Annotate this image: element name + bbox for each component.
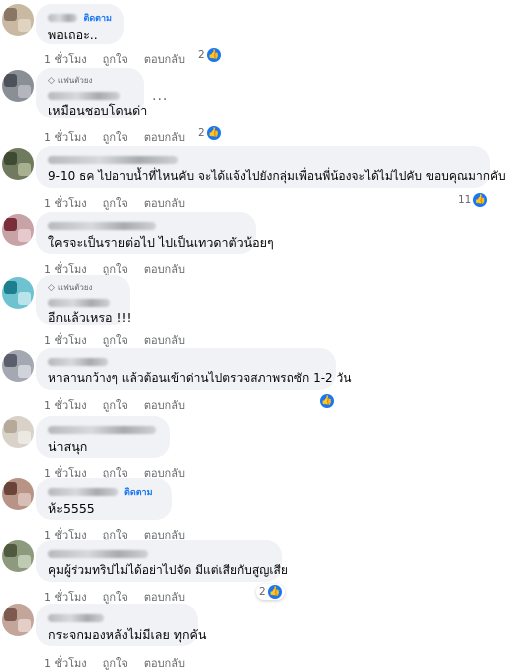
author-name[interactable] bbox=[48, 549, 148, 558]
author-name[interactable] bbox=[48, 13, 78, 22]
thumbs-up-icon: 👍 bbox=[206, 48, 221, 62]
comment-actions: 1 ชั่วโมง ถูกใจ ตอบกลับ bbox=[44, 396, 185, 414]
comment-text: กระจกมองหลังไม่มีเลย ทุกคัน bbox=[48, 627, 207, 642]
avatar[interactable] bbox=[2, 277, 34, 309]
comment-text: ใครจะเป็นรายต่อไป ไปเป็นเทวดาตัวน้อยๆ bbox=[48, 235, 274, 250]
author-name[interactable] bbox=[48, 155, 178, 164]
comment-text: ห้ะ5555 bbox=[48, 501, 95, 516]
like-button[interactable]: ถูกใจ bbox=[103, 194, 128, 212]
follow-button[interactable]: ติดตาม bbox=[83, 11, 112, 25]
follow-button[interactable]: ติดตาม bbox=[124, 485, 153, 499]
reply-button[interactable]: ตอบกลับ bbox=[144, 396, 185, 414]
comment-actions: 1 ชั่วโมง ถูกใจ ตอบกลับ bbox=[44, 194, 185, 212]
comment-bubble: น่าสนุก bbox=[36, 416, 170, 458]
comment-text: หาลานกว้างๆ แล้วต้อนเข้าด่านไปตรวจสภาพรถ… bbox=[48, 371, 352, 385]
avatar[interactable] bbox=[2, 478, 34, 510]
comment-time[interactable]: 1 ชั่วโมง bbox=[44, 396, 87, 414]
comment-actions: 1 ชั่วโมง ถูกใจ ตอบกลับ bbox=[44, 654, 185, 672]
comment-bubble: ติดตาม ห้ะ5555 bbox=[36, 478, 172, 520]
avatar[interactable] bbox=[2, 350, 34, 382]
fan-badge: ◇ แฟนตัวยง bbox=[48, 75, 93, 86]
author-name[interactable] bbox=[48, 299, 110, 307]
reaction-count[interactable]: 2 👍 bbox=[198, 48, 221, 62]
like-button[interactable]: ถูกใจ bbox=[103, 331, 128, 349]
thumbs-up-icon: 👍 bbox=[320, 394, 334, 408]
reaction-count[interactable]: 11 👍 bbox=[458, 193, 488, 207]
author-name[interactable] bbox=[48, 221, 156, 230]
reaction-count[interactable]: 2 👍 bbox=[198, 126, 221, 140]
reply-button[interactable]: ตอบกลับ bbox=[144, 260, 185, 278]
reply-button[interactable]: ตอบกลับ bbox=[144, 128, 185, 146]
comment-bubble: คุมผู้ร่วมทริปไม่ได้อย่าไปจัด มีแต่เสียก… bbox=[36, 540, 288, 582]
comment-text: อีกแล้วเหรอ !!! bbox=[48, 310, 132, 325]
author-name[interactable] bbox=[48, 357, 108, 366]
comment-bubble: ◇ แฟนตัวยง อีกแล้วเหรอ !!! bbox=[36, 275, 132, 325]
like-button[interactable]: ถูกใจ bbox=[103, 654, 128, 672]
comment-bubble: หาลานกว้างๆ แล้วต้อนเข้าด่านไปตรวจสภาพรถ… bbox=[36, 348, 352, 390]
reaction-count[interactable]: 2 👍 bbox=[256, 584, 285, 600]
like-button[interactable]: ถูกใจ bbox=[103, 50, 128, 68]
reply-button[interactable]: ตอบกลับ bbox=[144, 194, 185, 212]
comment-text: เหมือนชอบโดนด่า bbox=[48, 103, 148, 118]
comment-actions: 1 ชั่วโมง ถูกใจ ตอบกลับ bbox=[44, 331, 185, 349]
comment-actions: 1 ชั่วโมง ถูกใจ ตอบกลับ bbox=[44, 128, 185, 146]
comment-text: พอเถอะ.. bbox=[48, 27, 98, 42]
author-name[interactable] bbox=[48, 425, 156, 434]
comment-time[interactable]: 1 ชั่วโมง bbox=[44, 654, 87, 672]
comment-bubble: ติดตาม พอเถอะ.. bbox=[36, 4, 124, 44]
comment-text: น่าสนุก bbox=[48, 439, 88, 454]
like-button[interactable]: ถูกใจ bbox=[103, 396, 128, 414]
thumbs-up-icon: 👍 bbox=[473, 193, 488, 207]
author-name[interactable] bbox=[48, 92, 120, 100]
comment-text: 9-10 ธค ไปอาบน้ำที่ไหนคับ จะได้แจ้งไปยัง… bbox=[48, 169, 505, 183]
reaction-count[interactable]: 👍 bbox=[320, 394, 334, 408]
reply-button[interactable]: ตอบกลับ bbox=[144, 331, 185, 349]
fan-badge: ◇ แฟนตัวยง bbox=[48, 282, 93, 293]
comment-time[interactable]: 1 ชั่วโมง bbox=[44, 194, 87, 212]
reply-button[interactable]: ตอบกลับ bbox=[144, 50, 185, 68]
comment-bubble: 9-10 ธค ไปอาบน้ำที่ไหนคับ จะได้แจ้งไปยัง… bbox=[36, 146, 505, 188]
thumbs-up-icon: 👍 bbox=[267, 585, 282, 599]
comment-time[interactable]: 1 ชั่วโมง bbox=[44, 331, 87, 349]
thumbs-up-icon: 👍 bbox=[206, 126, 221, 140]
reply-button[interactable]: ตอบกลับ bbox=[144, 654, 185, 672]
diamond-icon: ◇ bbox=[48, 282, 55, 293]
comment-bubble: ◇ แฟนตัวยง เหมือนชอบโดนด่า bbox=[36, 68, 148, 118]
avatar[interactable] bbox=[2, 416, 34, 448]
comment-bubble: กระจกมองหลังไม่มีเลย ทุกคัน bbox=[36, 604, 207, 646]
avatar[interactable] bbox=[2, 604, 34, 636]
avatar[interactable] bbox=[2, 4, 34, 36]
comment-bubble: ใครจะเป็นรายต่อไป ไปเป็นเทวดาตัวน้อยๆ bbox=[36, 212, 274, 254]
comment-time[interactable]: 1 ชั่วโมง bbox=[44, 128, 87, 146]
avatar[interactable] bbox=[2, 148, 34, 180]
diamond-icon: ◇ bbox=[48, 75, 55, 86]
comment-time[interactable]: 1 ชั่วโมง bbox=[44, 50, 87, 68]
author-name[interactable] bbox=[48, 613, 104, 622]
more-options-icon[interactable]: ... bbox=[152, 88, 168, 104]
comment-actions: 1 ชั่วโมง ถูกใจ ตอบกลับ bbox=[44, 50, 185, 68]
like-button[interactable]: ถูกใจ bbox=[103, 128, 128, 146]
author-name[interactable] bbox=[48, 487, 118, 496]
comment-text: คุมผู้ร่วมทริปไม่ได้อย่าไปจัด มีแต่เสียก… bbox=[48, 563, 288, 577]
avatar[interactable] bbox=[2, 540, 34, 572]
avatar[interactable] bbox=[2, 214, 34, 246]
avatar[interactable] bbox=[2, 70, 34, 102]
